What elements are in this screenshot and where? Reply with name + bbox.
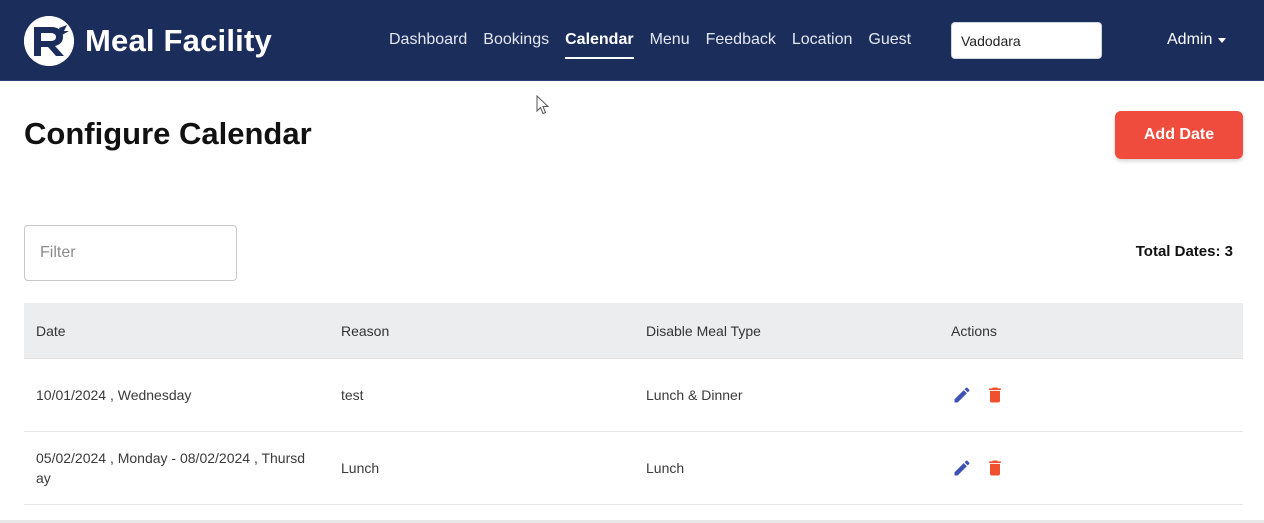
filter-input[interactable]: [24, 225, 237, 281]
edit-icon[interactable]: [951, 457, 973, 479]
brand[interactable]: Meal Facility: [24, 16, 272, 66]
column-header-actions: Actions: [951, 322, 997, 339]
cell-meal-type: Lunch: [646, 460, 685, 476]
table-header: Date Reason Disable Meal Type Actions: [24, 303, 1243, 359]
brand-r-logo-icon: [24, 16, 74, 66]
total-dates: Total Dates: 3: [1135, 243, 1233, 260]
nav-dashboard[interactable]: Dashboard: [389, 28, 467, 54]
cell-meal-type: Lunch & Dinner: [646, 387, 743, 403]
column-header-disable-meal-type: Disable Meal Type: [646, 322, 761, 339]
main-nav: Dashboard Bookings Calendar Menu Feedbac…: [389, 28, 927, 59]
brand-name: Meal Facility: [85, 23, 272, 58]
nav-guest[interactable]: Guest: [868, 28, 911, 54]
page-title: Configure Calendar: [24, 116, 312, 151]
column-header-date: Date: [36, 322, 66, 339]
cell-reason: test: [341, 387, 364, 403]
top-navbar: Meal Facility Dashboard Bookings Calenda…: [0, 0, 1264, 81]
calendar-table: Date Reason Disable Meal Type Actions 10…: [24, 303, 1243, 505]
cell-reason: Lunch: [341, 460, 380, 476]
nav-bookings[interactable]: Bookings: [483, 28, 549, 54]
nav-location[interactable]: Location: [792, 28, 853, 54]
table-row: 05/02/2024 , Monday - 08/02/2024 , Thurs…: [24, 432, 1243, 505]
location-input[interactable]: [951, 22, 1102, 59]
nav-feedback[interactable]: Feedback: [706, 28, 776, 54]
edit-icon[interactable]: [951, 384, 973, 406]
nav-menu[interactable]: Menu: [650, 28, 690, 54]
column-header-reason: Reason: [341, 322, 390, 339]
nav-calendar[interactable]: Calendar: [565, 28, 635, 59]
cell-date: 10/01/2024 , Wednesday: [36, 387, 192, 403]
admin-menu[interactable]: Admin: [1167, 28, 1227, 52]
mouse-pointer-icon: [536, 94, 550, 120]
caret-down-icon: [1218, 37, 1227, 43]
delete-icon[interactable]: [984, 457, 1006, 479]
cell-actions: [939, 457, 1243, 479]
delete-icon[interactable]: [984, 384, 1006, 406]
cell-actions: [939, 384, 1243, 406]
cell-date: 05/02/2024 , Monday - 08/02/2024 , Thurs…: [36, 450, 306, 486]
admin-label: Admin: [1167, 31, 1213, 48]
add-date-button[interactable]: Add Date: [1115, 111, 1243, 159]
table-row: 10/01/2024 , Wednesday test Lunch & Dinn…: [24, 359, 1243, 432]
